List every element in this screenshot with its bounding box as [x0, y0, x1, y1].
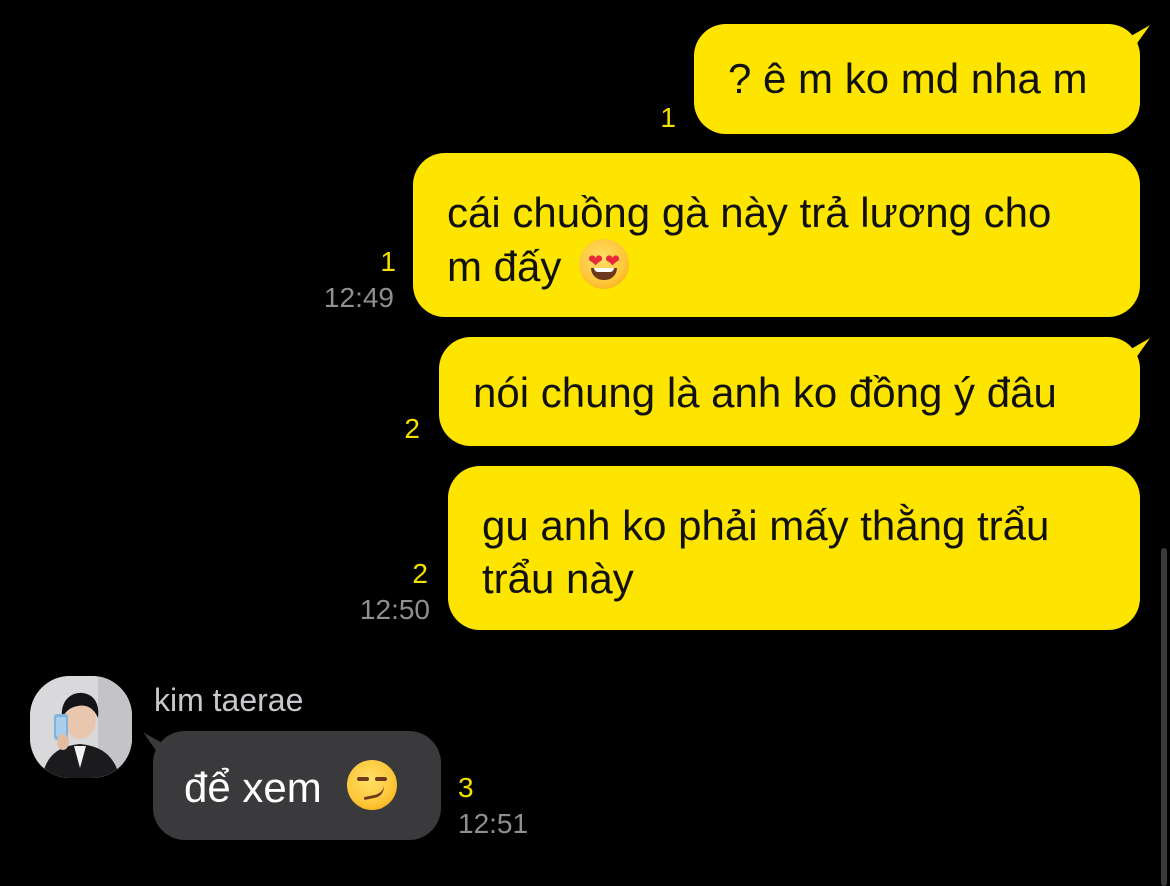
- sender-name: kim taerae: [154, 682, 304, 718]
- message-2-meta: 1 12:49: [274, 244, 396, 316]
- message-3-meta: 2: [360, 411, 420, 447]
- message-text: để xem: [184, 764, 322, 811]
- message-text: nói chung là anh ko đồng ý đâu: [473, 369, 1057, 416]
- message-bubble-5[interactable]: để xem: [143, 731, 441, 840]
- message-bubble-3[interactable]: nói chung là anh ko đồng ý đâu: [439, 337, 1150, 446]
- timestamp: 12:51: [458, 808, 529, 839]
- message-1-meta: 1: [616, 100, 676, 136]
- message-text-line-2: trẩu này: [482, 555, 634, 602]
- unread-count: 3: [458, 772, 474, 803]
- timestamp: 12:49: [323, 282, 394, 313]
- unread-count: 2: [412, 558, 428, 589]
- message-bubble-1[interactable]: ? ê m ko md nha m: [694, 24, 1150, 134]
- message-text: ? ê m ko md nha m: [728, 55, 1088, 102]
- message-4-meta: 2 12:50: [310, 556, 430, 628]
- smirk-emoji: [347, 760, 398, 810]
- scrollbar[interactable]: [1161, 548, 1167, 886]
- message-text-line-1: cái chuồng gà này trả lương cho: [447, 189, 1052, 236]
- unread-count: 1: [660, 102, 676, 133]
- bubble-tail: [1126, 338, 1150, 372]
- message-5-meta: 3 12:51: [458, 770, 578, 842]
- message-bubble-4[interactable]: gu anh ko phải mấy thằng trẩu trẩu này: [448, 466, 1140, 630]
- message-bubble-2[interactable]: cái chuồng gà này trả lương cho m đấy ❤ …: [413, 153, 1140, 317]
- message-text-line-1: gu anh ko phải mấy thằng trẩu: [482, 502, 1050, 549]
- bubble-tail: [143, 732, 167, 766]
- message-text-line-2: m đấy: [447, 243, 562, 290]
- avatar[interactable]: [30, 676, 132, 778]
- heart-eyes-emoji: ❤ ❤: [579, 239, 630, 289]
- unread-count: 1: [380, 246, 396, 277]
- unread-count: 2: [404, 413, 420, 444]
- avatar-photo: [30, 676, 132, 778]
- timestamp: 12:50: [359, 594, 430, 625]
- bubble-tail: [1126, 25, 1150, 59]
